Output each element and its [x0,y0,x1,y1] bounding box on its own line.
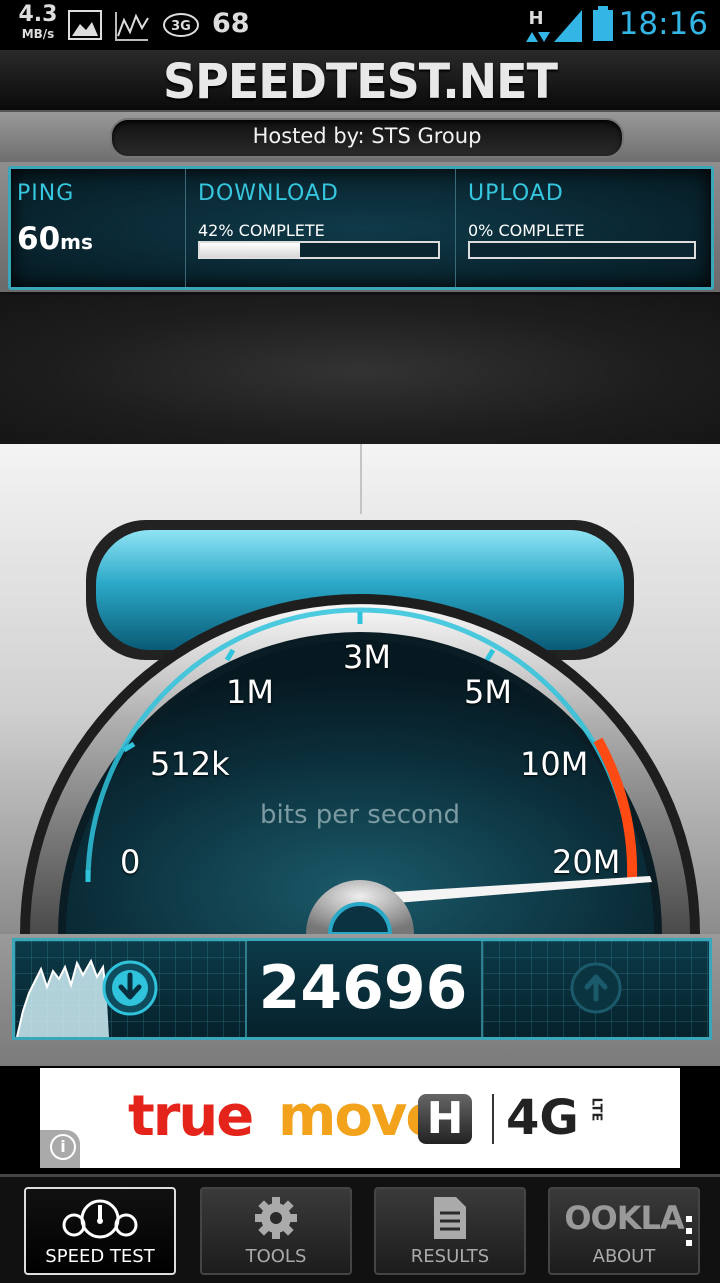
network-3g-icon: 3G [163,13,199,37]
gauge-label-0: 0 [120,843,141,881]
upload-progress-bar [468,241,696,259]
upload-graph-panel [481,941,711,1037]
gauge-label-1m: 1M [226,673,274,711]
signal-strength-icon [554,10,582,42]
net-speed-unit: MB/s [21,27,55,41]
speed-readout-panel: 24696 [12,938,712,1040]
stats-panel: PING 60ms DOWNLOAD 42% COMPLETE UPLOAD 0… [8,166,714,290]
ookla-logo: OOKLA [564,1199,684,1237]
net-speed-value: 4.3 [18,2,58,27]
ping-label: PING [17,181,75,206]
download-cell: DOWNLOAD 42% COMPLETE [185,169,454,287]
bottom-nav: SPEED TEST TOOLS RESULTS OOKLA ABOUT [0,1174,720,1283]
document-icon [434,1197,466,1239]
data-activity-icon: H [526,8,550,42]
activity-graph-icon [115,12,149,41]
ad-banner[interactable]: true move H 4G LTE i [40,1068,680,1168]
clock: 18:16 [618,6,708,42]
host-bar: Hosted by: STS Group [0,112,720,162]
ping-unit: ms [60,230,93,254]
host-label: Hosted by: STS Group [252,124,482,148]
gauge-label-5m: 5M [464,673,512,711]
nav-tools[interactable]: TOOLS [200,1187,352,1275]
gauge-label-20m: 20M [552,843,621,881]
upload-cell: UPLOAD 0% COMPLETE [455,169,712,287]
nav-label-about: ABOUT [592,1246,656,1267]
ad-h-badge: H [418,1094,472,1144]
gauge-unit-label: bits per second [260,800,460,830]
gear-icon [255,1197,297,1239]
battery-icon [593,6,613,41]
ad-brand-true: true [128,1084,254,1149]
gallery-icon [68,10,102,40]
gauge-label-3m: 3M [343,638,391,676]
current-speed-value: 24696 [258,953,468,1023]
stats-section: PING 60ms DOWNLOAD 42% COMPLETE UPLOAD 0… [0,162,720,292]
status-bar: 4.3 MB/s 3G 68 H 18:16 [0,0,720,50]
nav-label-speed-test: SPEED TEST [45,1246,155,1267]
ping-cell: PING 60ms [11,169,183,287]
app-header: SPEEDTEST.NET [0,50,720,112]
nav-label-tools: TOOLS [245,1246,307,1267]
host-pill[interactable]: Hosted by: STS Group [110,118,624,158]
notification-count: 68 [212,8,250,39]
upload-status: 0% COMPLETE [468,221,585,240]
speed-value-panel: 24696 [247,941,479,1037]
ping-value-wrap: 60ms [17,221,93,257]
nav-label-results: RESULTS [410,1246,490,1267]
ping-value: 60 [17,221,61,257]
download-label: DOWNLOAD [198,181,339,206]
badge-3g-text: 3G [171,19,191,34]
upload-label: UPLOAD [468,181,564,206]
download-arrow-icon [102,960,158,1016]
nav-about[interactable]: OOKLA ABOUT [548,1187,700,1275]
speed-readout-bar: 24696 [0,934,720,1066]
download-progress-bar [198,241,440,259]
ad-network: 4G [506,1090,579,1146]
speedtest-logo: SPEEDTEST.NET [163,52,558,110]
ad-separator [492,1094,494,1144]
download-status: 42% COMPLETE [198,221,325,240]
ad-info-button[interactable]: i [40,1130,80,1168]
background-texture [0,292,720,447]
upload-arrow-icon [570,962,622,1014]
network-type-text: H [528,8,543,29]
nav-speed-test[interactable]: SPEED TEST [24,1187,176,1275]
download-progress-fill [200,243,300,257]
overflow-menu-icon[interactable] [686,1216,694,1256]
gauge-label-10m: 10M [520,745,589,783]
ad-brand-move: move [278,1084,443,1149]
speedometer-icon [62,1199,138,1239]
download-graph-panel [15,941,247,1038]
net-speed-indicator: 4.3 MB/s [18,2,58,41]
ad-lte: LTE [588,1097,604,1122]
gauge-label-512k: 512k [150,745,230,783]
info-icon: i [50,1134,76,1160]
nav-results[interactable]: RESULTS [374,1187,526,1275]
